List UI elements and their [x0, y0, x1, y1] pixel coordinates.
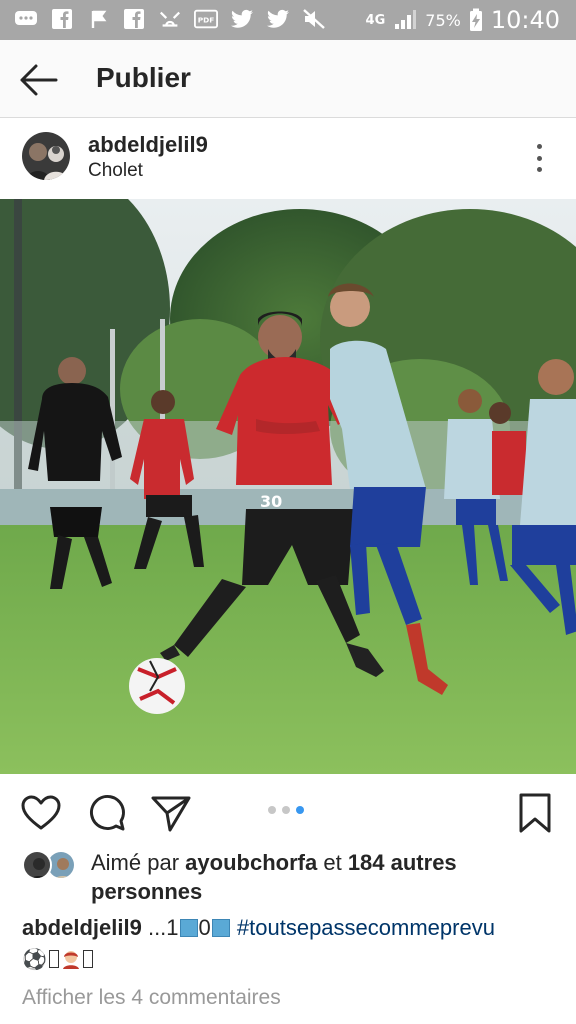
back-button[interactable]	[16, 60, 60, 100]
app-header: Publier	[0, 40, 576, 118]
facebook-icon	[50, 8, 74, 30]
caption-text: 0	[198, 915, 211, 940]
mute-icon	[302, 8, 326, 30]
carousel-dot	[282, 806, 290, 814]
arrow-left-icon	[20, 64, 58, 96]
chat-icon	[14, 8, 38, 30]
bookmark-icon	[519, 793, 551, 833]
caption-emojis: ⚽	[22, 945, 562, 975]
unrendered-emoji	[82, 950, 93, 968]
person-emoji	[62, 951, 79, 969]
network-icon: 4G	[365, 12, 386, 28]
carousel-indicator	[268, 806, 304, 814]
status-bar: PDF 4G 75% 10:40	[0, 0, 576, 40]
liker-username[interactable]: ayoubchorfa	[185, 850, 317, 875]
caption-username[interactable]: abdeldjelil9	[22, 915, 142, 940]
post-header: abdeldjelil9 Cholet	[0, 119, 576, 199]
cat-icon	[158, 8, 182, 30]
heart-icon	[21, 795, 61, 830]
signal-icon	[393, 9, 417, 31]
likes-connector: et	[323, 850, 342, 875]
avatar	[22, 850, 52, 880]
save-button[interactable]	[514, 792, 556, 834]
twitter-icon	[230, 8, 254, 30]
unrendered-emoji	[48, 950, 59, 968]
pdf-icon: PDF	[194, 8, 218, 30]
post-photo[interactable]: 30	[0, 199, 576, 774]
comment-button[interactable]	[86, 792, 128, 834]
soccer-ball-emoji: ⚽	[22, 949, 47, 971]
view-comments-link[interactable]: Afficher les 4 commentaires	[22, 986, 281, 1010]
football-match-photo: 30	[0, 199, 576, 774]
likers-avatars	[22, 850, 82, 882]
post-actions	[0, 780, 576, 840]
send-icon	[151, 796, 191, 832]
more-dot	[536, 167, 542, 172]
svg-text:30: 30	[260, 492, 282, 511]
caption-hashtag[interactable]: #toutsepassecommeprevu	[237, 915, 495, 940]
flag-icon	[86, 8, 110, 30]
post-location[interactable]: Cholet	[88, 160, 143, 182]
likes-text: Aimé par ayoubchorfa et 184 autres perso…	[91, 848, 562, 906]
more-dot	[536, 144, 542, 149]
caption-text: ...1	[147, 915, 179, 940]
carousel-dot-active	[296, 806, 304, 814]
post-caption: abdeldjelil9 ...1 0 #toutsepassecommeprev…	[22, 913, 562, 975]
carousel-dot	[268, 806, 276, 814]
clock: 10:40	[490, 6, 560, 34]
twitter-icon	[266, 8, 290, 30]
avatar[interactable]	[22, 132, 70, 180]
likes-summary[interactable]: Aimé par ayoubchorfa et 184 autres perso…	[22, 848, 562, 906]
blue-square-emoji	[179, 919, 198, 937]
blue-square-emoji	[211, 919, 230, 937]
battery-charging-icon	[469, 8, 483, 31]
share-button[interactable]	[150, 792, 192, 834]
like-button[interactable]	[20, 792, 62, 834]
facebook-icon	[122, 8, 146, 30]
more-dot	[536, 155, 542, 161]
page-title: Publier	[96, 62, 191, 93]
battery-percent: 75%	[425, 10, 461, 30]
more-options-button[interactable]	[528, 141, 550, 175]
svg-text:PDF: PDF	[198, 16, 215, 25]
likes-prefix: Aimé par	[91, 850, 180, 875]
comment-icon	[90, 795, 125, 831]
post-username[interactable]: abdeldjelil9	[88, 132, 208, 158]
